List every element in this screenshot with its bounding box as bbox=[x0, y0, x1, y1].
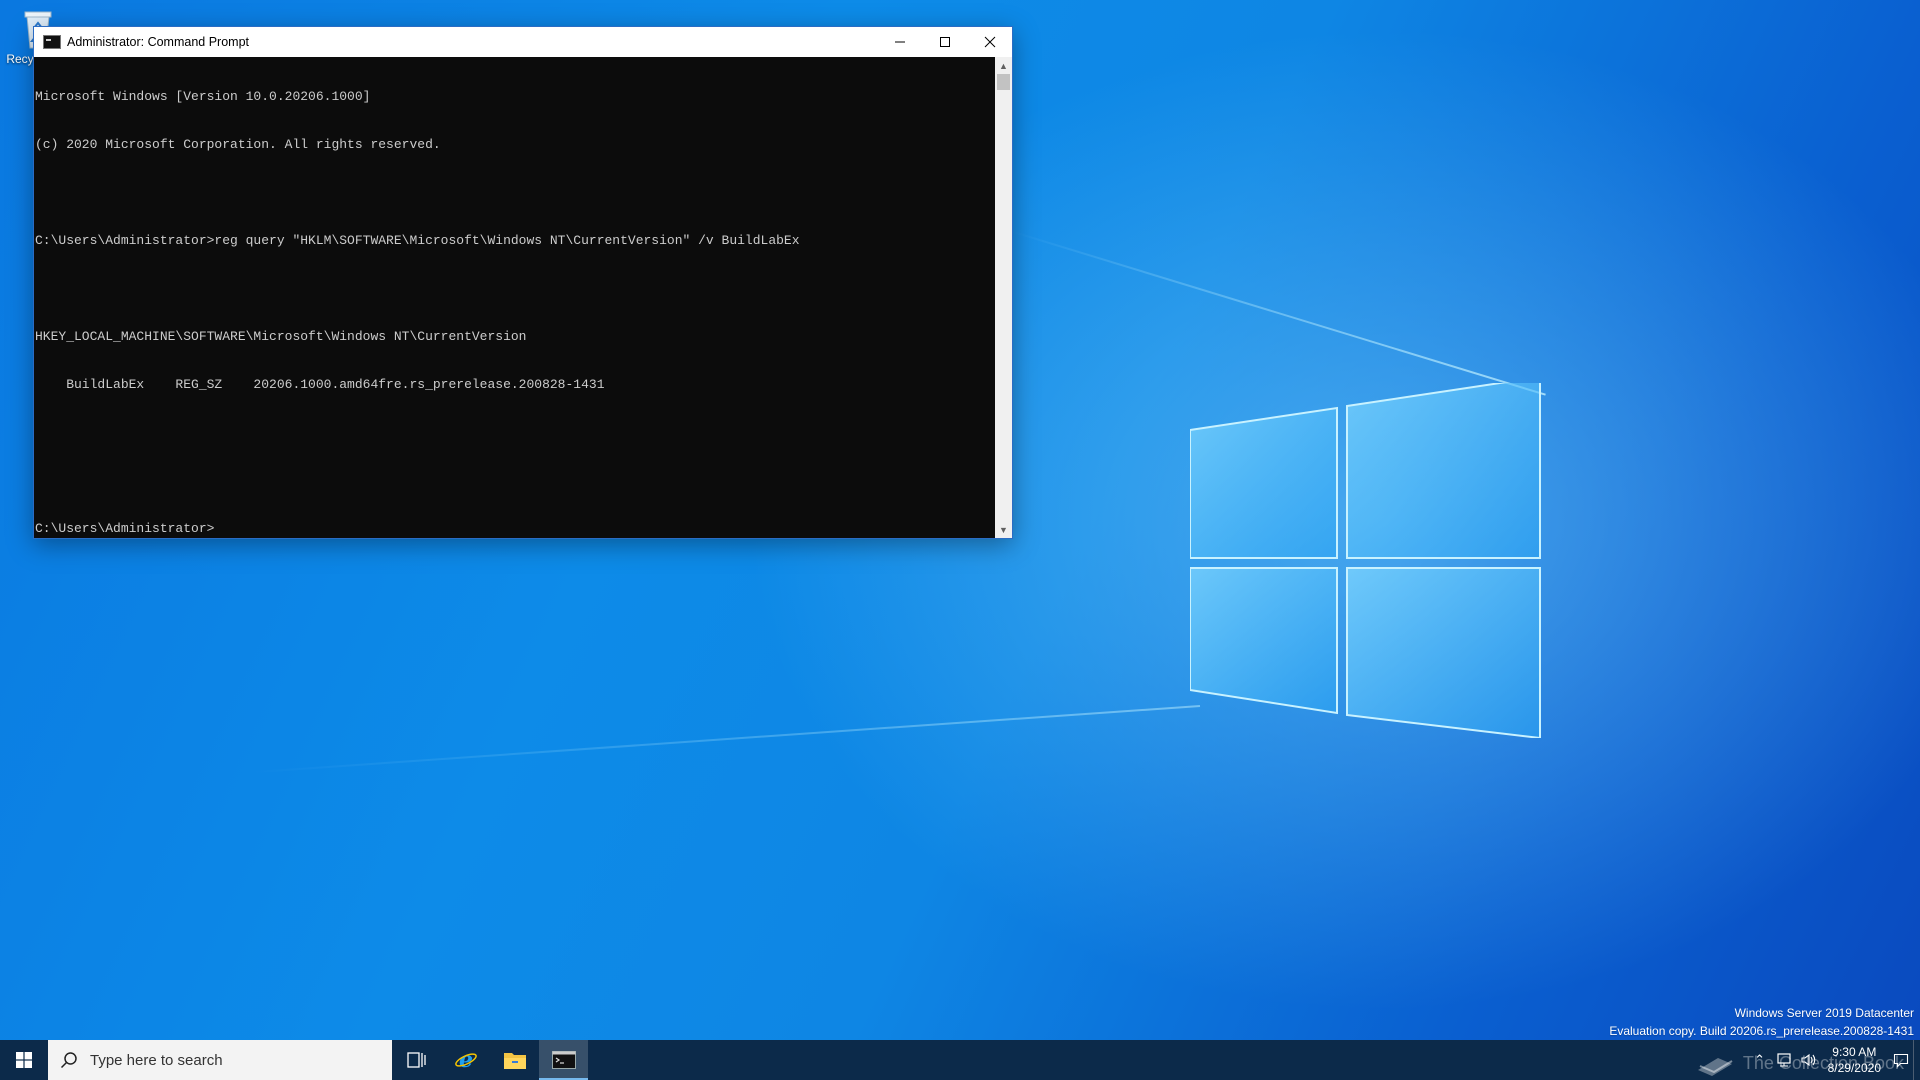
minimize-icon bbox=[894, 41, 905, 43]
scroll-down-arrow-icon[interactable]: ▼ bbox=[995, 521, 1012, 538]
svg-text:e: e bbox=[459, 1048, 473, 1072]
search-placeholder: Type here to search bbox=[90, 1051, 223, 1069]
window-titlebar[interactable]: Administrator: Command Prompt bbox=[34, 27, 1012, 57]
light-beam bbox=[252, 705, 1201, 774]
start-button[interactable] bbox=[0, 1040, 48, 1080]
internet-explorer-button[interactable]: e bbox=[441, 1040, 490, 1080]
file-explorer-icon bbox=[503, 1053, 526, 1069]
network-monitor-icon bbox=[1777, 1053, 1791, 1067]
show-hidden-icons-chevron-icon[interactable]: ⌃ bbox=[1748, 1040, 1772, 1080]
speaker-icon bbox=[1801, 1053, 1815, 1067]
close-button[interactable] bbox=[967, 27, 1012, 57]
search-icon bbox=[60, 1052, 77, 1069]
taskbar-clock[interactable]: 9:30 AM 8/29/2020 bbox=[1828, 1044, 1881, 1076]
evaluation-watermark: Windows Server 2019 Datacenter Evaluatio… bbox=[1609, 1004, 1914, 1040]
file-explorer-button[interactable] bbox=[490, 1040, 539, 1080]
close-icon bbox=[984, 36, 995, 48]
book-icon bbox=[1697, 1058, 1733, 1076]
build-text: Evaluation copy. Build 20206.rs_prerelea… bbox=[1609, 1024, 1914, 1038]
task-view-button[interactable] bbox=[392, 1040, 441, 1080]
system-tray: ⌃ 9:30 AM 8/29/2020 bbox=[1748, 1040, 1920, 1080]
network-icon[interactable] bbox=[1772, 1040, 1796, 1080]
console-output[interactable]: Microsoft Windows [Version 10.0.20206.10… bbox=[34, 57, 994, 538]
cmd-app-icon bbox=[43, 35, 61, 49]
windows-start-icon bbox=[16, 1052, 32, 1068]
windows-logo-wallpaper bbox=[1189, 375, 1550, 740]
internet-explorer-icon: e bbox=[454, 1048, 477, 1072]
command-prompt-icon bbox=[551, 1051, 576, 1069]
show-desktop-button[interactable] bbox=[1913, 1040, 1920, 1080]
task-view-icon bbox=[406, 1052, 426, 1068]
maximize-button[interactable] bbox=[922, 27, 967, 57]
command-prompt-taskbar-button[interactable] bbox=[539, 1040, 588, 1080]
light-beam bbox=[1009, 230, 1546, 396]
console-line: C:\Users\Administrator>reg query "HKLM\S… bbox=[35, 233, 800, 248]
console-line: BuildLabEx REG_SZ 20206.1000.amd64fre.rs… bbox=[35, 377, 605, 392]
console-line: Microsoft Windows [Version 10.0.20206.10… bbox=[35, 89, 371, 104]
minimize-button[interactable] bbox=[877, 27, 922, 57]
clock-date: 8/29/2020 bbox=[1827, 1061, 1881, 1075]
clock-time: 9:30 AM bbox=[1832, 1045, 1877, 1059]
console-prompt-line: C:\Users\Administrator> bbox=[35, 521, 215, 536]
console-line: (c) 2020 Microsoft Corporation. All righ… bbox=[35, 137, 441, 152]
action-center-button[interactable] bbox=[1889, 1040, 1913, 1080]
taskbar-search-box[interactable]: Type here to search bbox=[48, 1040, 392, 1080]
notification-icon bbox=[1893, 1053, 1909, 1068]
scroll-up-arrow-icon[interactable]: ▲ bbox=[995, 57, 1012, 74]
window-title: Administrator: Command Prompt bbox=[67, 35, 250, 49]
volume-icon[interactable] bbox=[1796, 1040, 1820, 1080]
maximize-icon bbox=[939, 37, 950, 47]
command-prompt-window[interactable]: Administrator: Command Prompt Microsoft … bbox=[33, 26, 1013, 539]
edition-text: Windows Server 2019 Datacenter bbox=[1734, 1006, 1914, 1020]
taskbar: Type here to search e ⌃ 9:30 AM 8/29/202… bbox=[0, 1040, 1920, 1080]
console-line: HKEY_LOCAL_MACHINE\SOFTWARE\Microsoft\Wi… bbox=[35, 329, 527, 344]
vertical-scrollbar[interactable]: ▲ ▼ bbox=[995, 57, 1012, 538]
scrollbar-thumb[interactable] bbox=[997, 74, 1010, 90]
